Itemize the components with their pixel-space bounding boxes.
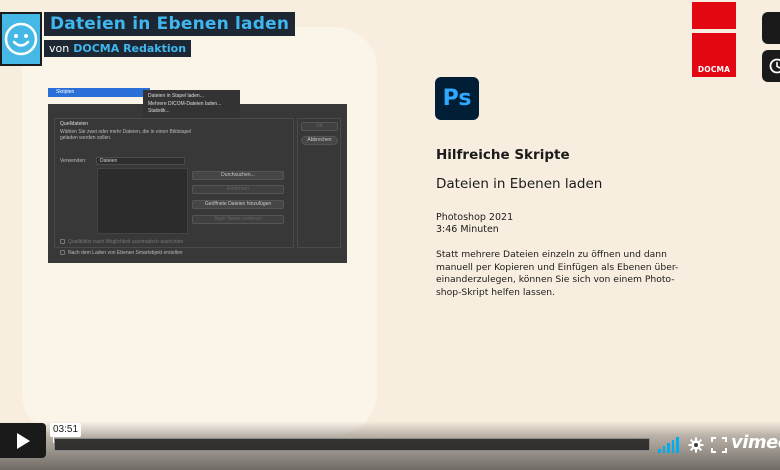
sort-by-name-button: Nach Name sortieren bbox=[192, 215, 284, 224]
byline[interactable]: von DOCMA Redaktion bbox=[44, 40, 192, 57]
byline-prefix: von bbox=[49, 42, 70, 55]
photoshop-load-layers-dialog: Quelldateien Wählen Sie zwei oder mehr D… bbox=[48, 104, 347, 263]
docma-logo-top bbox=[692, 2, 736, 29]
remove-button: Entfernen bbox=[192, 185, 284, 194]
description-line: einanderzulegen, können Sie sich von ein… bbox=[436, 274, 675, 285]
clock-icon bbox=[769, 58, 780, 74]
volume-icon bbox=[676, 437, 679, 453]
vimeo-logo[interactable]: vimeo bbox=[731, 432, 780, 453]
docma-logo-text: DOCMA bbox=[697, 65, 731, 74]
cancel-button: Abbrechen bbox=[301, 136, 338, 145]
align-checkbox bbox=[60, 239, 65, 244]
docma-logo: DOCMA bbox=[692, 33, 736, 77]
volume-icon bbox=[671, 440, 674, 453]
browse-button: Durchsuchen... bbox=[192, 171, 284, 180]
volume-icon bbox=[662, 446, 665, 453]
app-icon-text: Ps bbox=[442, 86, 472, 111]
description-line: manuell per Kopieren und Einfügen als Eb… bbox=[436, 261, 679, 273]
gear-icon[interactable] bbox=[688, 437, 704, 453]
smartobject-checkbox bbox=[60, 250, 65, 255]
use-label: Verwenden: bbox=[60, 158, 87, 164]
photoshop-app-icon: Ps bbox=[435, 77, 479, 120]
volume-icon bbox=[667, 443, 670, 453]
channel-avatar[interactable] bbox=[0, 12, 42, 66]
video-frame[interactable]: Quelldateien Wählen Sie zwei oder mehr D… bbox=[0, 0, 780, 470]
use-select: Dateien bbox=[96, 157, 185, 165]
video-title-link[interactable]: Dateien in Ebenen laden bbox=[44, 12, 296, 36]
file-list bbox=[97, 168, 188, 234]
align-checkbox-label: Quellbilder nach Möglichkeit automatisch… bbox=[68, 239, 184, 245]
scripts-menu-item: Skripten bbox=[48, 88, 150, 97]
ok-button: OK bbox=[301, 122, 338, 131]
version-text: Photoshop 2021 bbox=[436, 212, 514, 223]
watch-later-button[interactable] bbox=[762, 50, 780, 82]
timecode-marker bbox=[53, 437, 54, 443]
volume-icon bbox=[658, 449, 661, 453]
submenu-item: Statistik... bbox=[148, 108, 170, 114]
play-icon bbox=[17, 432, 30, 449]
smiley-avatar-icon bbox=[4, 22, 38, 56]
description-line: shop-Skript helfen lassen. bbox=[436, 286, 556, 298]
fullscreen-icon[interactable] bbox=[711, 437, 727, 453]
volume-button[interactable] bbox=[658, 437, 680, 453]
slide-meta: Photoshop 2021 3:46 Minuten bbox=[436, 212, 513, 236]
like-button[interactable] bbox=[762, 12, 780, 44]
instruction-line-2: geladen werden sollen. bbox=[60, 135, 112, 141]
progress-bar[interactable] bbox=[54, 438, 650, 451]
slide-heading: Hilfreiche Skripte bbox=[436, 147, 570, 163]
description-line: Statt mehrere Dateien einzeln zu öffnen … bbox=[436, 249, 667, 260]
add-open-files-button: Geöffnete Dateien hinzufügen bbox=[192, 200, 284, 209]
author-link[interactable]: DOCMA Redaktion bbox=[73, 42, 186, 55]
scripts-submenu: Dateien in Stapel laden... Mehrere DICOM… bbox=[143, 90, 240, 118]
duration-text: 3:46 Minuten bbox=[436, 224, 499, 235]
slide-description: Statt mehrere Dateien einzeln zu öffnen … bbox=[436, 249, 704, 299]
timecode: 03:51 bbox=[50, 423, 82, 437]
play-button[interactable] bbox=[0, 423, 46, 458]
video-title: Dateien in Ebenen laden bbox=[50, 14, 290, 34]
smartobject-checkbox-label: Nach dem Laden von Ebenen Smartobjekt er… bbox=[68, 250, 183, 256]
submenu-item: Dateien in Stapel laden... bbox=[148, 93, 204, 99]
slide-subheading: Dateien in Ebenen laden bbox=[436, 176, 603, 192]
submenu-item: Mehrere DICOM-Dateien laden... bbox=[148, 100, 222, 107]
